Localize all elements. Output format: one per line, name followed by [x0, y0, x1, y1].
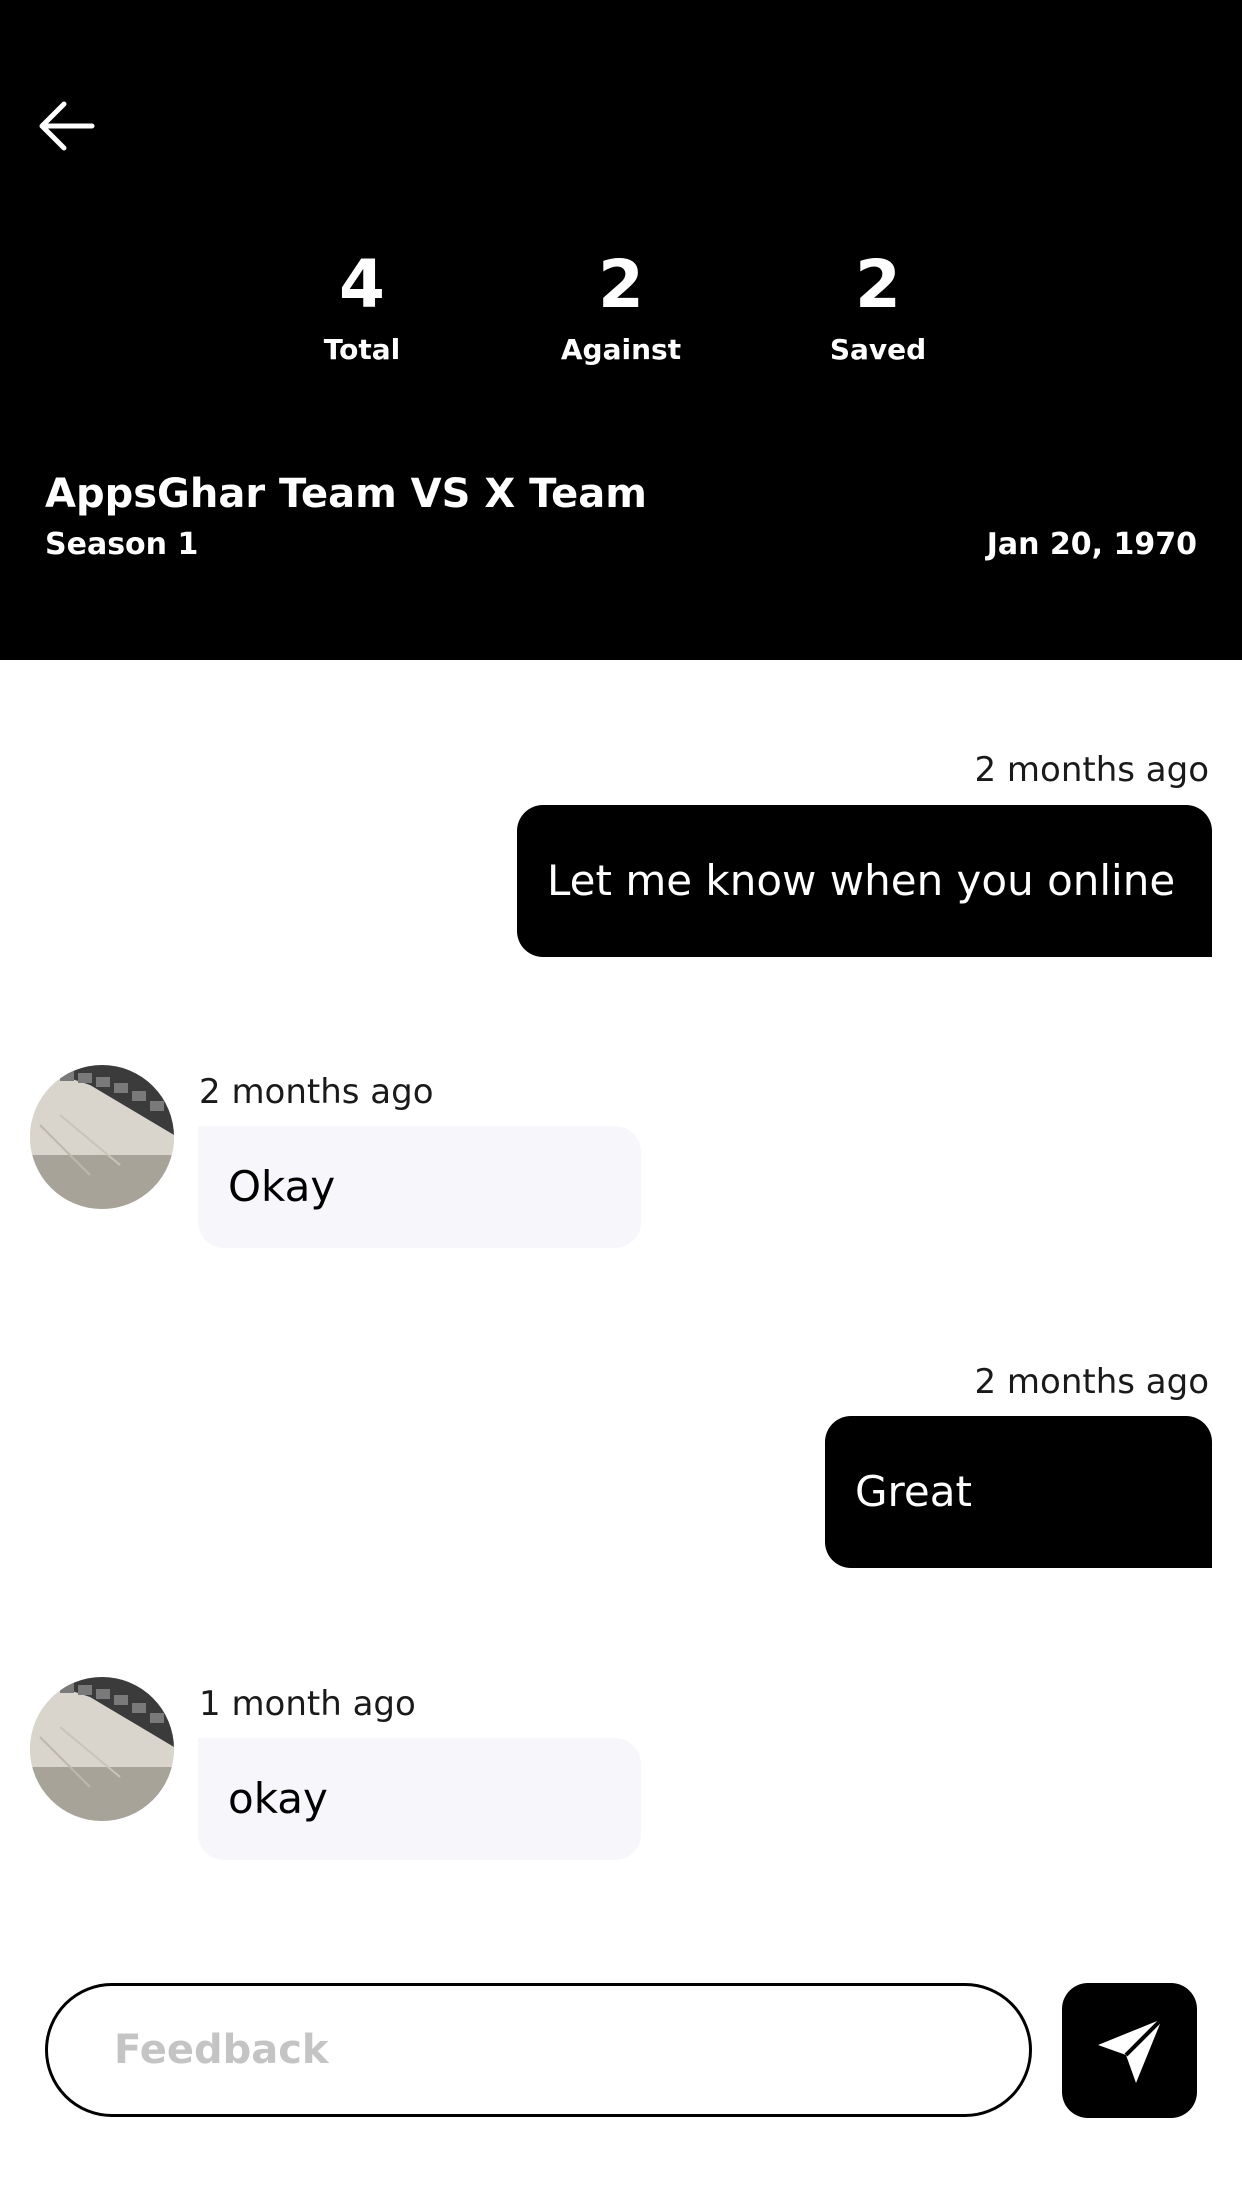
back-button[interactable]: [28, 92, 104, 160]
message-timestamp: 2 months ago: [974, 750, 1209, 790]
laptop-photo-avatar: [30, 1065, 174, 1209]
avatar[interactable]: [30, 1677, 174, 1821]
stat-saved-value: 2: [855, 246, 901, 323]
message-list[interactable]: 2 months ago Let me know when you online…: [0, 660, 1242, 1960]
message-timestamp: 1 month ago: [199, 1684, 416, 1724]
arrow-left-icon: [39, 101, 95, 151]
stat-saved: 2 Saved: [768, 240, 988, 370]
stat-saved-label: Saved: [829, 333, 927, 366]
paper-plane-icon: [1097, 2017, 1163, 2083]
message-timestamp: 2 months ago: [199, 1072, 434, 1112]
message-bubble-outgoing[interactable]: Let me know when you online: [517, 805, 1212, 957]
match-date: Jan 20, 1970: [986, 527, 1197, 562]
stat-against-label: Against: [560, 333, 682, 366]
match-header: 4 Total 2 Against 2 Saved AppsGhar Team …: [0, 0, 1242, 660]
stat-against: 2 Against: [511, 240, 731, 370]
stat-total-label: Total: [323, 333, 401, 366]
stat-total-value: 4: [339, 246, 385, 323]
stat-against-value: 2: [598, 246, 644, 323]
stat-total: 4 Total: [252, 240, 472, 370]
feedback-input[interactable]: [45, 1983, 1032, 2117]
message-bubble-incoming[interactable]: Okay: [198, 1126, 641, 1248]
match-title: AppsGhar Team VS X Team: [45, 471, 647, 517]
laptop-photo-avatar: [30, 1677, 174, 1821]
avatar[interactable]: [30, 1065, 174, 1209]
message-bubble-incoming[interactable]: okay: [198, 1738, 641, 1860]
season-label: Season 1: [45, 527, 199, 562]
message-bubble-outgoing[interactable]: Great: [825, 1416, 1212, 1568]
message-timestamp: 2 months ago: [974, 1362, 1209, 1402]
send-button[interactable]: [1062, 1983, 1197, 2118]
